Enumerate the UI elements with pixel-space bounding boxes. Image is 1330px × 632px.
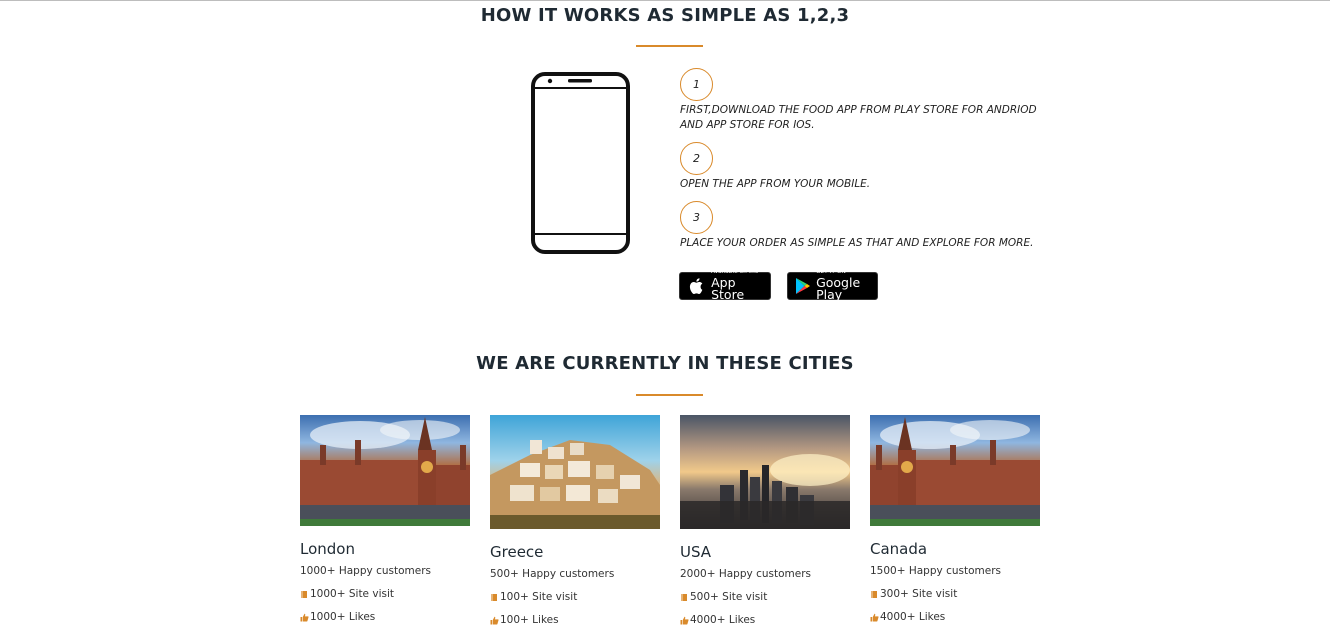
thumbs-up-icon (300, 613, 309, 622)
likes-text: 4000+ Likes (690, 614, 756, 626)
book-icon (870, 590, 879, 599)
step-text: PLACE YOUR ORDER AS SIMPLE AS THAT AND E… (680, 237, 1034, 249)
city-name: Canada (870, 540, 928, 558)
google-play-big-text: Google Play (816, 274, 861, 303)
city-name: Greece (490, 543, 544, 561)
likes-text: 4000+ Likes (880, 611, 946, 623)
city-name: London (300, 540, 355, 558)
city-card-usa[interactable]: USA 2000+ Happy customers 500+ Site visi… (680, 415, 850, 626)
step-3: 3 PLACE YOUR ORDER AS SIMPLE AS THAT AND… (680, 201, 1050, 251)
thumbs-up-icon (680, 616, 689, 625)
city-image (490, 415, 660, 529)
site-visit-row: 100+ Site visit (490, 591, 660, 603)
step-text: OPEN THE APP FROM YOUR MOBILE. (680, 178, 871, 190)
title-underline (636, 394, 703, 396)
step-2: 2 OPEN THE APP FROM YOUR MOBILE. (680, 142, 1050, 192)
site-visit-text: 1000+ Site visit (310, 588, 394, 600)
likes-row: 1000+ Likes (300, 611, 470, 623)
site-visit-text: 500+ Site visit (690, 591, 768, 603)
site-visit-row: 1000+ Site visit (300, 588, 470, 600)
site-visit-row: 300+ Site visit (870, 588, 1040, 600)
how-it-works-title: HOW IT WORKS AS SIMPLE AS 1,2,3 (480, 5, 850, 26)
city-image (680, 415, 850, 529)
book-icon (300, 590, 309, 599)
cities-title: WE ARE CURRENTLY IN THESE CITIES (476, 353, 854, 374)
likes-row: 4000+ Likes (680, 614, 850, 626)
site-visit-row: 500+ Site visit (680, 591, 850, 603)
likes-text: 100+ Likes (500, 614, 559, 626)
site-visit-text: 300+ Site visit (880, 588, 958, 600)
step-number-badge: 3 (680, 201, 713, 234)
thumbs-up-icon (870, 613, 879, 622)
city-card-greece[interactable]: Greece 500+ Happy customers 100+ Site vi… (490, 415, 660, 626)
likes-text: 1000+ Likes (310, 611, 376, 623)
book-icon (680, 593, 689, 602)
site-visit-text: 100+ Site visit (500, 591, 578, 603)
apple-icon (686, 275, 707, 297)
step-number-badge: 1 (680, 68, 713, 101)
step-number-badge: 2 (680, 142, 713, 175)
city-card-canada[interactable]: Canada 1500+ Happy customers 300+ Site v… (870, 415, 1040, 623)
smartphone-icon (531, 72, 630, 254)
app-store-big-text: App Store (711, 274, 745, 303)
step-1: 1 FIRST,DOWNLOAD THE FOOD APP FROM PLAY … (680, 68, 1050, 133)
book-icon (490, 593, 499, 602)
city-image (300, 415, 470, 526)
happy-customers: 500+ Happy customers (490, 568, 615, 580)
happy-customers: 1000+ Happy customers (300, 565, 431, 577)
google-play-icon (794, 275, 812, 297)
title-underline (636, 45, 703, 47)
happy-customers: 1500+ Happy customers (870, 565, 1001, 577)
thumbs-up-icon (490, 616, 499, 625)
city-card-london[interactable]: London 1000+ Happy customers 1000+ Site … (300, 415, 470, 623)
app-store-button[interactable]: Available on the App Store (679, 270, 771, 303)
likes-row: 4000+ Likes (870, 611, 1040, 623)
city-image (870, 415, 1040, 526)
city-name: USA (680, 543, 712, 561)
happy-customers: 2000+ Happy customers (680, 568, 811, 580)
step-text: FIRST,DOWNLOAD THE FOOD APP FROM PLAY ST… (680, 104, 1037, 131)
likes-row: 100+ Likes (490, 614, 660, 626)
google-play-button[interactable]: GET IT ON Google Play (787, 270, 878, 303)
